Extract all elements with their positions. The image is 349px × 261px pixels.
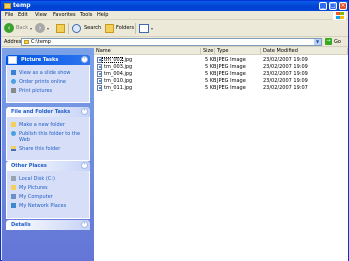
- task-pane: Picture Tasks ˄ View as a slide show Ord…: [2, 48, 94, 261]
- column-header-date-modified[interactable]: Date Modified: [261, 48, 348, 55]
- search-button-label[interactable]: Search: [84, 25, 101, 32]
- network-icon: [11, 203, 16, 208]
- file-type: JPEG Image: [217, 57, 246, 63]
- details-panel: Details ˅: [6, 220, 90, 230]
- up-folder-icon[interactable]: [56, 24, 65, 33]
- back-button-label[interactable]: Back: [16, 25, 28, 32]
- views-dropdown-icon[interactable]: ▾: [151, 25, 153, 32]
- close-button[interactable]: ×: [339, 2, 347, 10]
- picture-tasks-header[interactable]: Picture Tasks ˄: [6, 55, 90, 65]
- jpeg-file-icon: [97, 85, 102, 91]
- menu-help[interactable]: Help: [97, 12, 108, 19]
- file-date: 23/02/2007 19:09: [263, 78, 308, 84]
- globe-icon: [11, 79, 16, 84]
- file-date: 23/02/2007 19:09: [263, 57, 308, 63]
- toolbar-separator: [68, 23, 69, 34]
- address-input[interactable]: C:\temp ▼: [21, 38, 322, 46]
- file-date: 23/02/2007 19:09: [263, 64, 308, 70]
- file-size: 5 KB: [205, 85, 217, 91]
- column-header-name[interactable]: Name: [94, 48, 201, 55]
- file-type: JPEG Image: [217, 85, 246, 91]
- file-name[interactable]: tm_004.jpg: [104, 71, 132, 77]
- file-name[interactable]: tm_010.jpg: [104, 78, 132, 84]
- title-bar[interactable]: temp _ □ ×: [1, 1, 348, 11]
- slideshow-icon: [11, 70, 16, 75]
- pictures-folder-icon: [11, 185, 16, 190]
- file-size: 5 KB: [205, 71, 217, 77]
- file-list: Name Size Type Date Modified tm_002.jpg …: [94, 48, 348, 261]
- other-places-header[interactable]: Other Places ˄: [6, 161, 90, 171]
- file-name[interactable]: tm_003.jpg: [104, 64, 132, 70]
- file-type: JPEG Image: [217, 64, 246, 70]
- file-size: 5 KB: [205, 57, 217, 63]
- details-header[interactable]: Details ˅: [6, 220, 90, 230]
- forward-arrow-icon[interactable]: ›: [35, 23, 45, 33]
- globe-icon: [11, 131, 16, 136]
- picture-tasks-title: Picture Tasks: [21, 57, 59, 63]
- file-folder-tasks-panel: File and Folder Tasks ˄ Make a new folde…: [6, 107, 90, 161]
- expand-chevron-icon[interactable]: ˅: [81, 221, 88, 228]
- explorer-window: temp _ □ × File Edit View Favorites Tool…: [0, 0, 349, 261]
- toolbar-separator: [135, 23, 136, 34]
- go-arrow-icon[interactable]: →: [325, 38, 332, 45]
- computer-icon: [11, 194, 16, 199]
- file-name[interactable]: tm_002.jpg: [104, 57, 132, 63]
- menu-file[interactable]: File: [5, 12, 13, 19]
- file-folder-tasks-title: File and Folder Tasks: [11, 109, 71, 115]
- file-row[interactable]: tm_003.jpg 5 KB JPEG Image 23/02/2007 19…: [94, 64, 348, 70]
- address-dropdown-icon[interactable]: ▼: [314, 39, 321, 45]
- folders-icon[interactable]: [105, 24, 114, 33]
- window-title: temp: [13, 2, 31, 9]
- file-row[interactable]: tm_010.jpg 5 KB JPEG Image 23/02/2007 19…: [94, 78, 348, 84]
- file-row[interactable]: tm_002.jpg 5 KB JPEG Image 23/02/2007 19…: [94, 57, 348, 63]
- menu-favorites[interactable]: Favorites: [53, 12, 76, 19]
- folder-icon: [4, 3, 11, 9]
- jpeg-file-icon: [97, 64, 102, 70]
- go-button[interactable]: Go: [334, 39, 341, 45]
- toolbar: ‹ Back ▾ › ▾ Search Folders ▾: [1, 20, 348, 37]
- file-folder-tasks-header[interactable]: File and Folder Tasks ˄: [6, 107, 90, 117]
- views-icon[interactable]: [139, 24, 149, 33]
- file-row[interactable]: tm_004.jpg 5 KB JPEG Image 23/02/2007 19…: [94, 71, 348, 77]
- file-size: 5 KB: [205, 64, 217, 70]
- details-title: Details: [11, 222, 31, 228]
- column-header-size[interactable]: Size: [201, 48, 215, 55]
- file-name[interactable]: tm_011.jpg: [104, 85, 132, 91]
- column-header-type[interactable]: Type: [215, 48, 261, 55]
- minimize-button[interactable]: _: [319, 2, 327, 10]
- jpeg-file-icon: [97, 78, 102, 84]
- search-icon[interactable]: [72, 24, 81, 33]
- back-dropdown-icon[interactable]: ▾: [30, 25, 32, 32]
- pictures-icon: [8, 56, 17, 64]
- maximize-button[interactable]: □: [329, 2, 337, 10]
- menu-tools[interactable]: Tools: [80, 12, 92, 19]
- forward-dropdown-icon[interactable]: ▾: [47, 25, 49, 32]
- menu-view[interactable]: View: [35, 12, 47, 19]
- drive-icon: [11, 176, 16, 181]
- file-row[interactable]: tm_011.jpg 5 KB JPEG Image 23/02/2007 19…: [94, 85, 348, 91]
- new-folder-icon: [11, 122, 16, 127]
- file-date: 23/02/2007 19:09: [263, 71, 308, 77]
- menu-bar: File Edit View Favorites Tools Help: [1, 11, 348, 20]
- picture-tasks-panel: Picture Tasks ˄ View as a slide show Ord…: [6, 55, 90, 103]
- file-type: JPEG Image: [217, 71, 246, 77]
- file-date: 23/02/2007 19:07: [263, 85, 308, 91]
- address-value: C:\temp: [31, 39, 51, 45]
- other-places-panel: Other Places ˄ Local Disk (C:) My Pictur…: [6, 161, 90, 219]
- file-size: 5 KB: [205, 78, 217, 84]
- address-bar: Address C:\temp ▼ → Go: [1, 37, 348, 47]
- printer-icon: [11, 88, 16, 93]
- other-places-title: Other Places: [11, 163, 47, 169]
- folder-icon: [24, 40, 29, 44]
- windows-logo-icon: [333, 11, 346, 20]
- collapse-chevron-icon[interactable]: ˄: [81, 56, 88, 63]
- menu-edit[interactable]: Edit: [18, 12, 28, 19]
- file-type: JPEG Image: [217, 78, 246, 84]
- share-folder-icon: [11, 146, 16, 151]
- collapse-chevron-icon[interactable]: ˄: [81, 162, 88, 169]
- back-arrow-icon[interactable]: ‹: [4, 23, 14, 33]
- folders-button-label[interactable]: Folders: [116, 25, 134, 32]
- jpeg-file-icon: [97, 71, 102, 77]
- collapse-chevron-icon[interactable]: ˄: [81, 108, 88, 115]
